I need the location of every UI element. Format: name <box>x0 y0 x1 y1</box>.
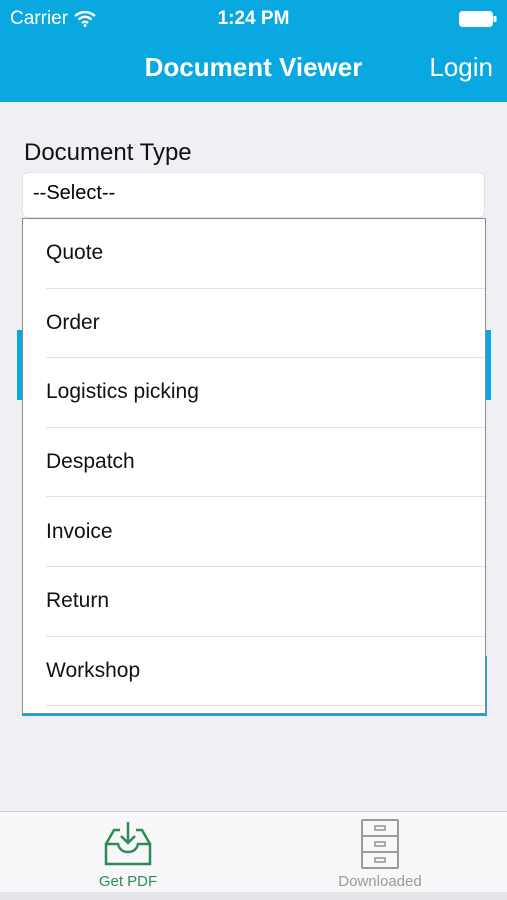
dropdown-option-workshop[interactable]: Workshop <box>46 637 485 707</box>
dropdown-option-order[interactable]: Order <box>46 289 485 359</box>
dropdown-option-logistics-picking[interactable]: Logistics picking <box>46 358 485 428</box>
document-type-label: Document Type <box>24 139 192 166</box>
tab-downloaded-label: Downloaded <box>338 873 422 890</box>
status-time: 1:24 PM <box>217 8 290 29</box>
dropdown-option-invoice[interactable]: Invoice <box>46 497 485 567</box>
battery-icon <box>459 11 497 27</box>
tab-bar: Get PDF Downloaded <box>0 811 507 892</box>
tab-get-pdf-label: Get PDF <box>98 873 158 890</box>
document-type-select[interactable]: --Select-- <box>22 172 485 218</box>
document-type-dropdown[interactable]: Quote Order Logistics picking Despatch I… <box>22 218 486 714</box>
login-button[interactable]: Login <box>429 52 493 83</box>
dropdown-option-return[interactable]: Return <box>46 567 485 637</box>
inbox-download-icon <box>104 822 152 866</box>
top-bar: Carrier 1:24 PM Document Viewer Login <box>0 0 507 102</box>
dropdown-option-despatch[interactable]: Despatch <box>46 428 485 498</box>
file-cabinet-icon <box>361 819 399 869</box>
status-bar: Carrier 1:24 PM <box>0 0 507 36</box>
tab-get-pdf[interactable]: Get PDF <box>48 812 208 893</box>
tab-downloaded[interactable]: Downloaded <box>300 812 460 893</box>
dropdown-option-quote[interactable]: Quote <box>46 219 485 289</box>
bottom-strip <box>0 892 507 900</box>
